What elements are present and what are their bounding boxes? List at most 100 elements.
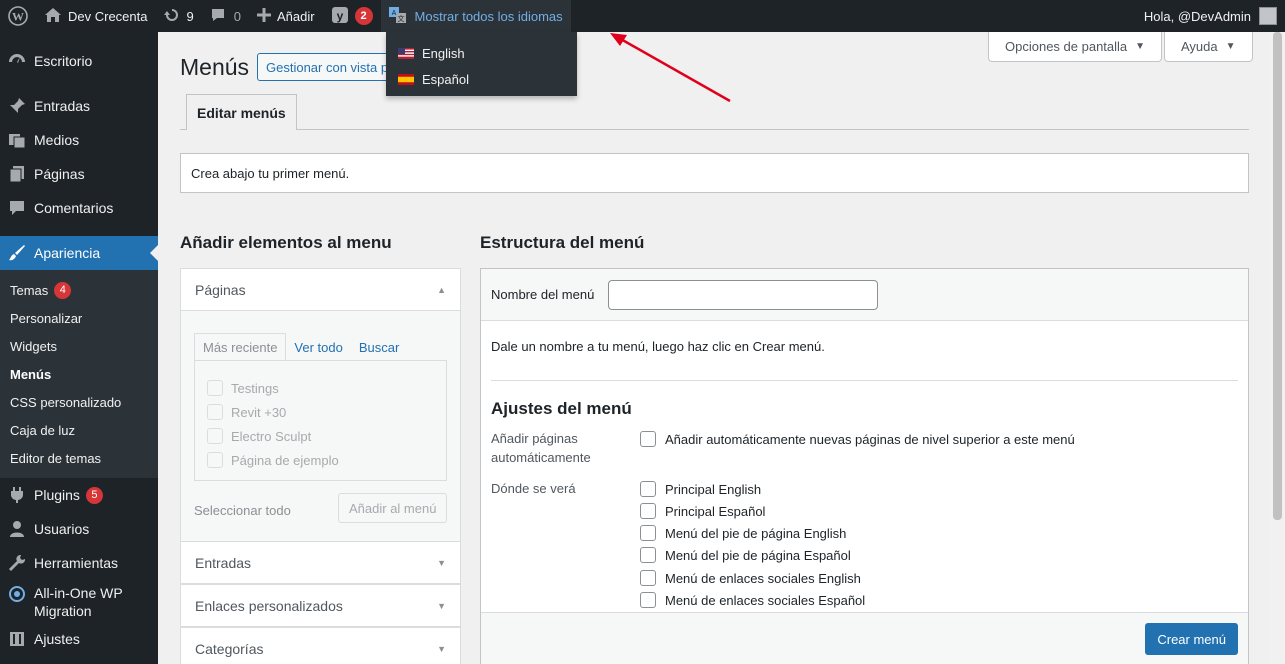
wordpress-logo-icon[interactable]: W	[0, 0, 36, 32]
option-label: Principal Español	[665, 503, 766, 519]
auto-add-label: Añadir páginas automáticamente	[491, 431, 591, 465]
comments-link[interactable]: 0	[202, 0, 249, 32]
submenu-personalizar[interactable]: Personalizar	[0, 304, 158, 332]
svg-text:文: 文	[397, 14, 404, 23]
submenu-temas[interactable]: Temas 4	[0, 276, 158, 304]
submenu-label: Widgets	[10, 338, 57, 354]
checkbox[interactable]	[640, 503, 656, 519]
submenu-label: Menús	[10, 366, 52, 382]
sidebar-item-apariencia[interactable]: Apariencia	[0, 236, 158, 270]
dashboard-icon	[8, 52, 26, 70]
checkbox[interactable]	[640, 431, 656, 447]
my-account-link[interactable]: Hola, @DevAdmin	[1144, 7, 1285, 25]
submenu-widgets[interactable]: Widgets	[0, 332, 158, 360]
submenu-editor-temas[interactable]: Editor de temas	[0, 444, 158, 472]
list-item[interactable]: Revit +30	[195, 400, 446, 424]
location-option[interactable]: Menú del pie de página English	[640, 522, 846, 544]
location-option[interactable]: Principal Español	[640, 500, 765, 522]
accordion-header-entradas[interactable]: Entradas ▼	[181, 542, 460, 584]
sidebar-item-label: Páginas	[34, 166, 85, 182]
menu-structure-panel: Nombre del menú Dale un nombre a tu menú…	[480, 268, 1249, 664]
home-icon	[44, 7, 62, 26]
sidebar-item-herramientas[interactable]: Herramientas	[0, 546, 158, 580]
accordion-entradas: Entradas ▼	[180, 542, 461, 585]
sidebar-item-entradas[interactable]: Entradas	[0, 89, 158, 123]
option-label: Principal English	[665, 481, 762, 497]
checkbox[interactable]	[640, 547, 656, 563]
accordion-header-paginas[interactable]: Páginas ▲	[181, 269, 460, 311]
sidebar-item-migration[interactable]: All-in-One WP Migration	[0, 580, 158, 622]
checkbox[interactable]	[640, 570, 656, 586]
manage-live-preview-button[interactable]: Gestionar con vista previa en vivo	[257, 53, 397, 81]
submenu-menus[interactable]: Menús	[0, 360, 158, 388]
location-option[interactable]: Principal English	[640, 478, 761, 500]
checkbox[interactable]	[207, 428, 223, 444]
add-items-heading: Añadir elementos al menu	[180, 233, 392, 252]
scrollbar-thumb[interactable]	[1273, 32, 1282, 520]
checkbox[interactable]	[207, 404, 223, 420]
sidebar-item-label: Usuarios	[34, 521, 90, 537]
yoast-icon: y	[331, 6, 349, 27]
menu-name-row: Nombre del menú	[481, 269, 1248, 321]
submenu-label: Caja de luz	[10, 422, 76, 438]
location-label: Dónde se verá	[491, 481, 576, 496]
new-content-link[interactable]: Añadir	[249, 0, 323, 32]
tab-mas-reciente[interactable]: Más reciente	[194, 333, 287, 361]
site-name-link[interactable]: Dev Crecenta	[36, 0, 155, 32]
checkbox[interactable]	[207, 452, 223, 468]
tab-buscar[interactable]: Buscar	[351, 333, 407, 361]
temas-badge: 4	[54, 281, 72, 299]
submenu-caja-luz[interactable]: Caja de luz	[0, 416, 158, 444]
comments-count: 0	[233, 8, 241, 24]
accordion-body-paginas: Más reciente Ver todo Buscar Testings Re…	[181, 311, 460, 541]
screen-options-button[interactable]: Opciones de pantalla ▼	[988, 32, 1163, 62]
yoast-link[interactable]: y 2	[323, 0, 381, 32]
sidebar-item-label: All-in-One WP Migration	[34, 585, 123, 619]
tab-editar-menus[interactable]: Editar menús	[186, 94, 297, 130]
info-notice: Crea abajo tu primer menú.	[180, 153, 1249, 193]
users-icon	[8, 520, 26, 538]
menu-name-input[interactable]	[608, 279, 879, 310]
language-switcher[interactable]: A文 Mostrar todos los idiomas	[380, 0, 571, 32]
checkbox[interactable]	[640, 592, 656, 608]
scrollbar[interactable]	[1270, 32, 1285, 664]
list-item[interactable]: Página de ejemplo	[195, 448, 446, 472]
accordion-header-enlaces[interactable]: Enlaces personalizados ▼	[181, 585, 460, 627]
plus-icon	[256, 7, 271, 25]
sidebar-item-usuarios[interactable]: Usuarios	[0, 512, 158, 546]
list-item[interactable]: Electro Sculpt	[195, 424, 446, 448]
submenu-css[interactable]: CSS personalizado	[0, 388, 158, 416]
notice-text: Crea abajo tu primer menú.	[191, 165, 350, 181]
location-option[interactable]: Menú del pie de página Español	[640, 544, 851, 566]
accordion-title: Páginas	[195, 281, 246, 298]
language-option-english[interactable]: English	[386, 40, 577, 66]
page-label: Página de ejemplo	[231, 452, 339, 468]
updates-link[interactable]: 9	[155, 0, 201, 32]
sidebar-item-paginas[interactable]: Páginas	[0, 157, 158, 191]
checkbox[interactable]	[640, 481, 656, 497]
checkbox[interactable]	[207, 380, 223, 396]
list-item[interactable]: Testings	[195, 376, 446, 400]
location-option[interactable]: Menú de enlaces sociales Español	[640, 589, 865, 611]
option-label: Menú de enlaces sociales English	[665, 570, 861, 586]
sidebar-item-ajustes[interactable]: Ajustes	[0, 622, 158, 656]
sidebar-item-comentarios[interactable]: Comentarios	[0, 191, 158, 225]
add-to-menu-button[interactable]: Añadir al menú	[338, 493, 448, 523]
create-menu-button[interactable]: Crear menú	[1145, 623, 1238, 655]
language-option-spanish[interactable]: Español	[386, 66, 577, 92]
sidebar-item-escritorio[interactable]: Escritorio	[0, 44, 158, 78]
pages-icon	[8, 165, 26, 183]
updates-count: 9	[186, 8, 194, 24]
screen-options-label: Opciones de pantalla	[1005, 39, 1128, 54]
select-all-link[interactable]: Seleccionar todo	[194, 503, 291, 518]
tab-ver-todo[interactable]: Ver todo	[286, 333, 350, 361]
sidebar-item-medios[interactable]: Medios	[0, 123, 158, 157]
auto-add-option[interactable]: Añadir automáticamente nuevas páginas de…	[640, 428, 1075, 450]
accordion-header-categorias[interactable]: Categorías ▼	[181, 628, 460, 664]
help-button[interactable]: Ayuda ▼	[1164, 32, 1253, 62]
annotation-arrow-icon	[610, 33, 731, 103]
location-option[interactable]: Menú de enlaces sociales English	[640, 567, 861, 589]
checkbox[interactable]	[640, 525, 656, 541]
sidebar-item-plugins[interactable]: Plugins 5	[0, 478, 158, 512]
appearance-brush-icon	[8, 244, 26, 262]
